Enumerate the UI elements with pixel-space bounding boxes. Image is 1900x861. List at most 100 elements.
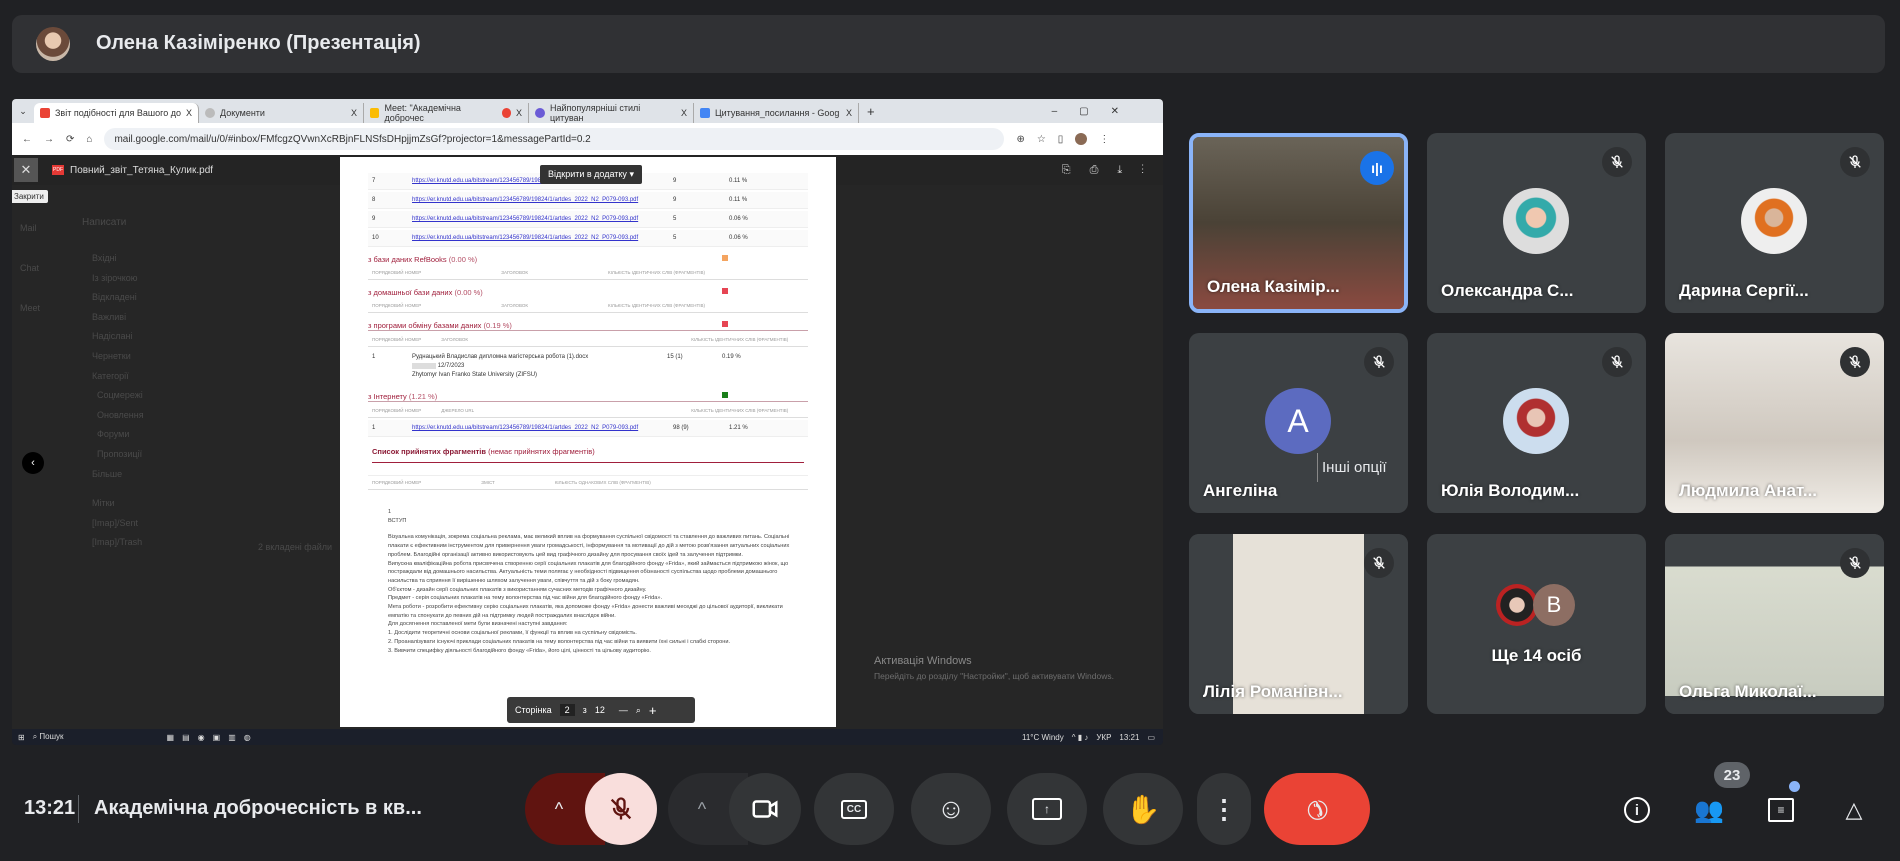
participant-tile[interactable]: Людмила Анат... <box>1665 333 1884 513</box>
row-count: 5 <box>673 235 677 241</box>
raise-hand-button[interactable]: ✋ <box>1103 773 1183 845</box>
weather: 11°C Windy <box>1021 732 1064 742</box>
url-field[interactable]: mail.google.com/mail/u/0/#inbox/FMfcgzQV… <box>104 128 1005 150</box>
close-tab-icon[interactable]: X <box>186 108 192 118</box>
mic-off-icon <box>1602 147 1632 177</box>
reload-icon[interactable]: ⟳ <box>66 134 74 145</box>
open-in-app-button[interactable]: Відкрити в додатку ▾ <box>540 165 642 184</box>
mic-off-icon <box>1840 347 1870 377</box>
row-pct: 0.11 % <box>729 178 748 184</box>
home-icon[interactable]: ⌂ <box>86 134 92 145</box>
participant-tile[interactable]: В Ще 14 осіб <box>1427 534 1646 714</box>
zoom-in-button[interactable]: + <box>649 703 657 718</box>
folder: Більше <box>92 468 123 479</box>
color-marker <box>722 321 728 327</box>
menu-icon[interactable]: ⋮ <box>1099 134 1109 145</box>
browser-tab[interactable]: Meet: "Академічна доброчес X <box>364 103 529 123</box>
doc-paragraph: Випускна кваліфікаційна робота присвячен… <box>388 560 789 584</box>
more-options-tooltip[interactable]: Інші опції <box>1317 453 1391 482</box>
participant-tile[interactable]: Лілія Романівн... <box>1189 534 1408 714</box>
participant-tile[interactable]: А Інші опції Ангеліна <box>1189 333 1408 513</box>
mic-off-icon <box>1364 347 1394 377</box>
table-row: 1 https://er.knutd.edu.ua/bitstream/12345… <box>368 420 808 437</box>
sidebar-collapse-button[interactable]: ‹ <box>22 452 44 474</box>
close-tab-icon[interactable]: X <box>516 108 522 118</box>
row-num: 10 <box>372 235 379 241</box>
zoom-out-button[interactable]: — <box>619 705 628 715</box>
page-number: 1 <box>388 509 392 515</box>
more-options-button[interactable]: ⋮ <box>1197 773 1251 845</box>
taskbar-clock: 13:21 <box>1119 732 1140 742</box>
extensions-icon[interactable]: ▯ <box>1058 134 1064 145</box>
participant-tile[interactable]: Юлія Володим... <box>1427 333 1646 513</box>
col-header: КІЛЬКІСТЬ ІДЕНТИЧНИХ СЛІВ (ФРАГМЕНТІВ) <box>691 408 789 413</box>
back-icon[interactable]: ← <box>22 134 32 145</box>
close-viewer-button[interactable]: ✕ <box>14 158 38 182</box>
close-tab-icon[interactable]: X <box>681 108 687 118</box>
tab-search-icon[interactable]: ⌄ <box>12 106 34 117</box>
close-tab-icon[interactable]: X <box>846 108 852 118</box>
meet-icon <box>370 108 380 118</box>
participant-name: Ангеліна <box>1203 481 1278 500</box>
chat-button[interactable]: ≡ <box>1766 795 1796 825</box>
present-button[interactable]: ↑ <box>1007 773 1087 845</box>
close-tab-icon[interactable]: X <box>351 108 357 118</box>
people-button[interactable]: 👥 <box>1694 795 1724 825</box>
accepted-title: Список прийнятих фрагментів <box>372 447 486 456</box>
leave-call-button[interactable]: ✆ <box>1264 773 1370 845</box>
row-link[interactable]: https://er.knutd.edu.ua/bitstream/123456… <box>412 425 673 431</box>
doc-paragraph: Мета роботи - розробити ефективну серію … <box>388 604 783 619</box>
participant-tile[interactable]: Ольга Миколаї... <box>1665 534 1884 714</box>
participant-tile[interactable]: Дарина Сергії... <box>1665 133 1884 313</box>
browser-tab[interactable]: Найпопулярніші стилі цитуван X <box>529 103 694 123</box>
zoom-icon[interactable]: ⌕ <box>636 705 641 716</box>
section-pct: (0.00 %) <box>448 255 478 264</box>
people-icon: 👥 <box>1694 796 1724 824</box>
chevron-up-icon: ^ <box>554 798 564 819</box>
row-count: 9 <box>673 178 677 184</box>
activities-button[interactable]: △ <box>1839 795 1869 825</box>
pdf-actions[interactable]: ⎘⎙⤓⋮ <box>1062 164 1163 177</box>
mic-off-icon <box>1364 548 1394 578</box>
browser-tab[interactable]: Цитування_посилання - Goog X <box>694 103 859 123</box>
reactions-button[interactable]: ☺ <box>911 773 991 845</box>
table-header: ПОРЯДКОВИЙ НОМЕР ЗАГОЛОВОК КІЛЬКІСТЬ ІДЕНТ… <box>368 299 808 313</box>
row-count: 98 (9) <box>673 425 689 431</box>
window-controls[interactable]: –▢✕ <box>1052 106 1141 117</box>
accepted-note: (немає прийнятих фрагментів) <box>488 447 595 456</box>
color-marker <box>722 255 728 261</box>
zoom-icon[interactable]: ⊕ <box>1016 134 1024 145</box>
browser-tab[interactable]: Звіт подібності для Вашого до X <box>34 103 199 123</box>
page-controls: Сторінка 2 з 12 — ⌕ + <box>507 697 695 723</box>
tab-label: Цитування_посилання - Goog <box>715 108 840 118</box>
bookmark-star-icon[interactable]: ☆ <box>1037 134 1046 145</box>
page-of: з <box>582 705 587 715</box>
row-link[interactable]: https://er.knutd.edu.ua/bitstream/123456… <box>412 216 673 222</box>
participant-tile[interactable]: ı|ı Олена Казімір... <box>1189 133 1408 313</box>
meeting-info-button[interactable]: i <box>1622 795 1652 825</box>
browser-tab-strip: ⌄ Звіт подібності для Вашого до X Докумен… <box>12 99 1163 123</box>
participant-name: Ще 14 осіб <box>1491 646 1582 665</box>
tray-icons[interactable]: ^ ▮ ♪ <box>1072 733 1089 742</box>
profile-icon[interactable] <box>1075 133 1088 145</box>
row-count: 5 <box>673 216 677 222</box>
new-tab-button[interactable]: + <box>867 104 875 119</box>
row-link[interactable]: https://er.knutd.edu.ua/bitstream/123456… <box>412 235 673 241</box>
taskbar-apps[interactable]: ▦▤◉▣▥◍ <box>167 733 259 742</box>
camera-toggle-button[interactable] <box>729 773 801 845</box>
page-input[interactable]: 2 <box>559 704 575 716</box>
folder: Категорії <box>92 370 129 381</box>
microphone-toggle-button[interactable] <box>585 773 657 845</box>
browser-tab[interactable]: Документи X <box>199 103 364 123</box>
row-link[interactable]: https://er.knutd.edu.ua/bitstream/123456… <box>412 197 673 203</box>
participant-name: Юлія Володим... <box>1441 481 1580 500</box>
pdf-file-icon: PDF <box>52 165 64 175</box>
end-call-icon: ✆ <box>1299 791 1336 828</box>
taskbar-search[interactable]: ⌕ Пошук <box>33 732 64 742</box>
col-header: ПОРЯДКОВИЙ НОМЕР <box>372 337 422 342</box>
captions-button[interactable]: CC <box>814 773 894 845</box>
windows-start-icon[interactable]: ⊞ <box>18 733 25 742</box>
forward-icon[interactable]: → <box>44 134 54 145</box>
notifications-icon[interactable]: ▭ <box>1147 733 1155 742</box>
participant-tile[interactable]: Олександра С... <box>1427 133 1646 313</box>
